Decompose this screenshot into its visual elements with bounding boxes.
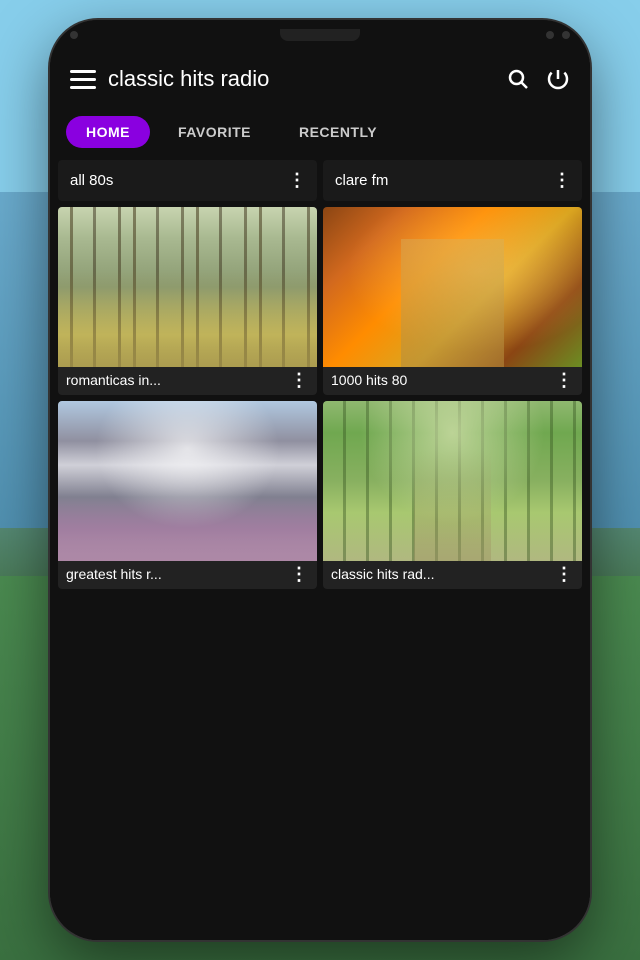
content-grid: all 80s ⋮ clare fm ⋮ romanticas in... ⋮ bbox=[50, 156, 590, 940]
header-icons bbox=[506, 67, 570, 91]
card-label-row: greatest hits r... ⋮ bbox=[58, 561, 317, 589]
station-name: romanticas in... bbox=[66, 372, 161, 388]
tab-bar: HOME FAVORITE RECENTLY bbox=[50, 108, 590, 156]
station-thumbnail bbox=[58, 401, 317, 561]
station-card[interactable]: romanticas in... ⋮ bbox=[58, 207, 317, 395]
search-icon bbox=[506, 67, 530, 91]
station-thumbnail bbox=[323, 401, 582, 561]
tab-recently[interactable]: RECENTLY bbox=[279, 116, 397, 148]
more-options-button[interactable]: ⋮ bbox=[290, 565, 309, 583]
station-card[interactable]: 1000 hits 80 ⋮ bbox=[323, 207, 582, 395]
more-options-button[interactable]: ⋮ bbox=[290, 371, 309, 389]
station-card[interactable]: greatest hits r... ⋮ bbox=[58, 401, 317, 589]
phone-frame: classic hits radio HOME FA bbox=[50, 20, 590, 940]
phone-camera bbox=[70, 31, 78, 39]
station-name: all 80s bbox=[70, 172, 113, 189]
card-label-row: classic hits rad... ⋮ bbox=[323, 561, 582, 589]
list-item[interactable]: all 80s ⋮ bbox=[58, 160, 317, 201]
app-container: classic hits radio HOME FA bbox=[50, 50, 590, 940]
card-label-row: 1000 hits 80 ⋮ bbox=[323, 367, 582, 395]
station-name: 1000 hits 80 bbox=[331, 372, 407, 388]
top-row: all 80s ⋮ clare fm ⋮ bbox=[58, 160, 582, 201]
more-options-button[interactable]: ⋮ bbox=[288, 170, 307, 191]
more-options-button[interactable]: ⋮ bbox=[555, 371, 574, 389]
power-icon bbox=[546, 67, 570, 91]
card-label-row: romanticas in... ⋮ bbox=[58, 367, 317, 395]
image-grid: romanticas in... ⋮ 1000 hits 80 ⋮ bbox=[58, 207, 582, 589]
phone-status-bar bbox=[50, 20, 590, 50]
station-name: classic hits rad... bbox=[331, 566, 434, 582]
station-name: greatest hits r... bbox=[66, 566, 162, 582]
station-thumbnail bbox=[58, 207, 317, 367]
more-options-button[interactable]: ⋮ bbox=[555, 565, 574, 583]
phone-sensors bbox=[546, 31, 570, 39]
station-card[interactable]: classic hits rad... ⋮ bbox=[323, 401, 582, 589]
app-header: classic hits radio bbox=[50, 50, 590, 108]
phone-notch bbox=[280, 29, 360, 41]
list-item[interactable]: clare fm ⋮ bbox=[323, 160, 582, 201]
station-thumbnail bbox=[323, 207, 582, 367]
search-button[interactable] bbox=[506, 67, 530, 91]
more-options-button[interactable]: ⋮ bbox=[553, 170, 572, 191]
power-button[interactable] bbox=[546, 67, 570, 91]
station-name: clare fm bbox=[335, 172, 388, 189]
tab-home[interactable]: HOME bbox=[66, 116, 150, 148]
app-title: classic hits radio bbox=[108, 66, 494, 92]
menu-button[interactable] bbox=[70, 70, 96, 89]
tab-favorite[interactable]: FAVORITE bbox=[158, 116, 271, 148]
